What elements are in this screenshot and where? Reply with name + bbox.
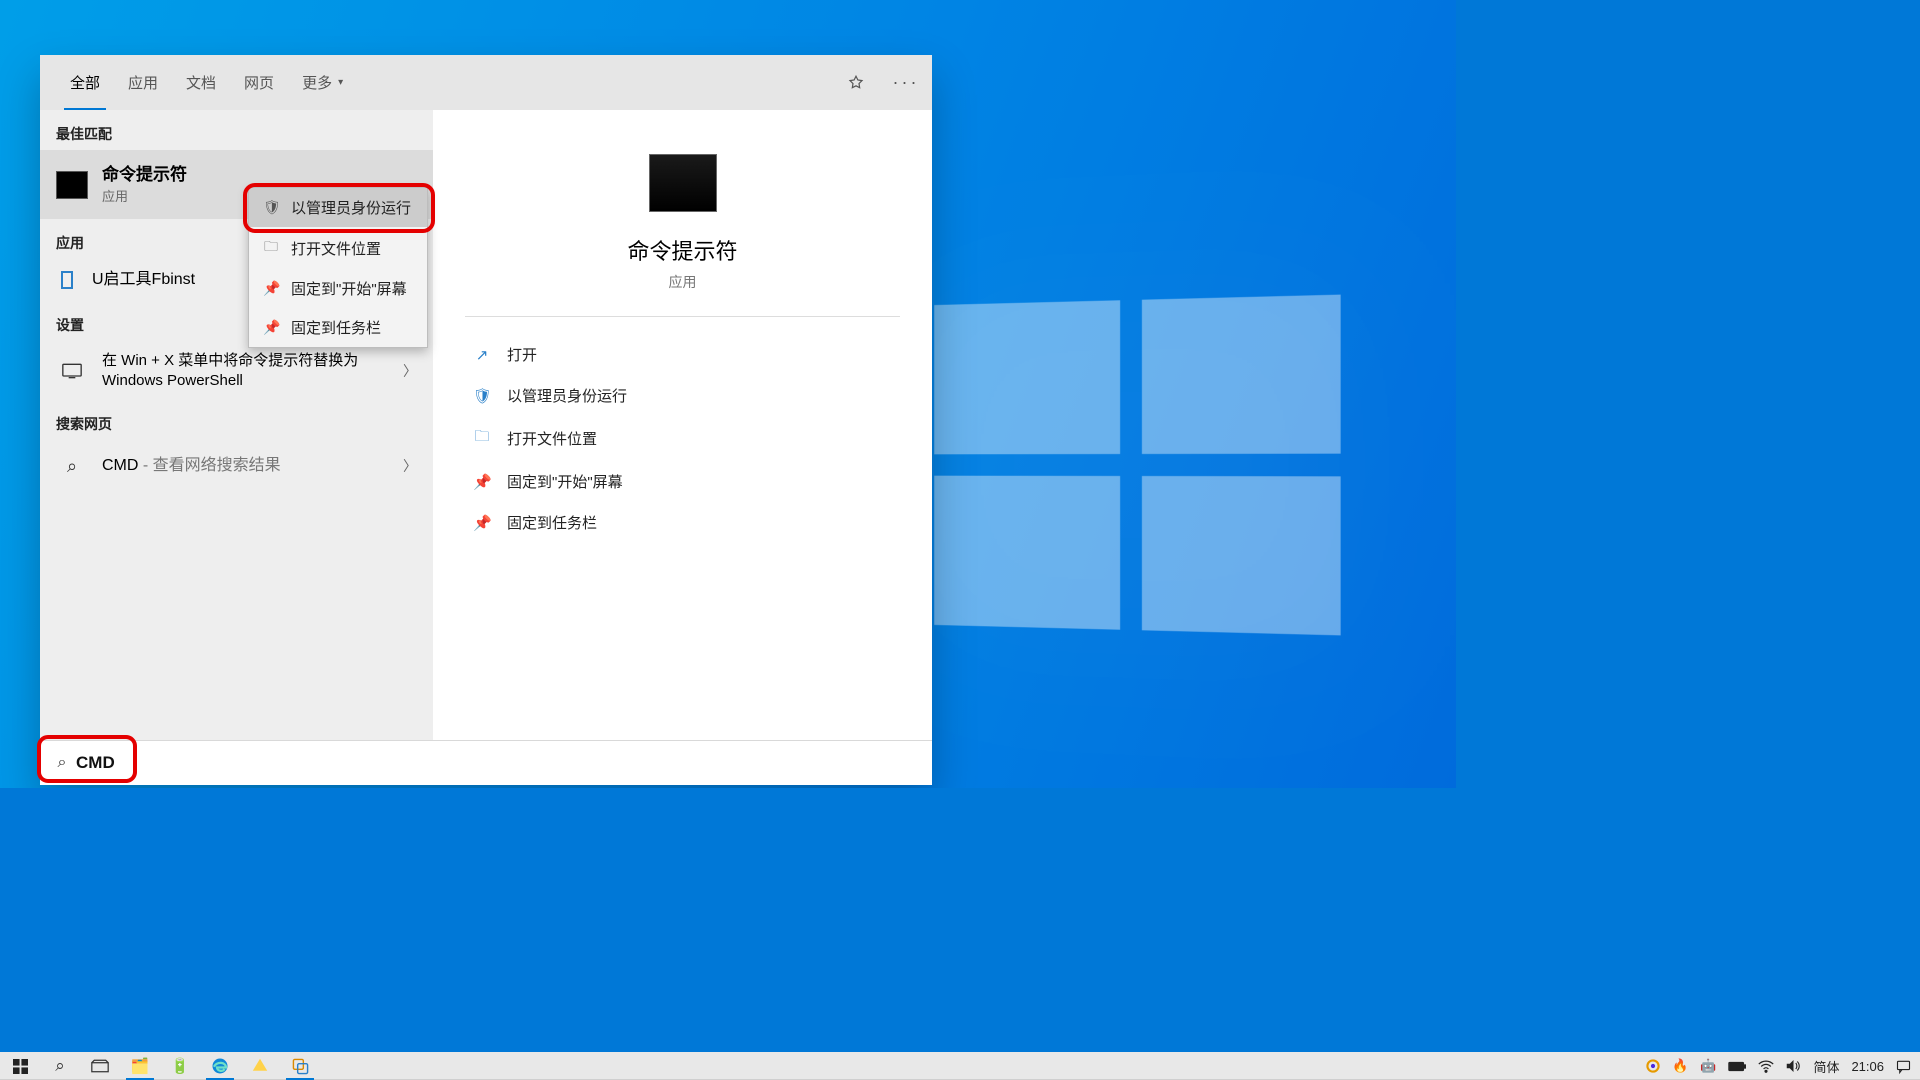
open-icon: ↗ (473, 346, 491, 364)
tray-wifi-icon[interactable] (1753, 1052, 1779, 1080)
tray-icon[interactable] (1641, 1052, 1665, 1080)
folder-icon: 🗀 (473, 426, 491, 451)
detail-subtitle: 应用 (669, 272, 697, 292)
ctx-pin-taskbar[interactable]: 📌 固定到任务栏 (249, 308, 427, 347)
section-best-match: 最佳匹配 (40, 110, 433, 150)
ctx-pin-start[interactable]: 📌 固定到"开始"屏幕 (249, 269, 427, 308)
more-options-icon[interactable]: ··· (884, 61, 928, 105)
tray-app-icon[interactable]: 🤖 (1695, 1052, 1721, 1080)
app-icon (56, 269, 78, 291)
taskbar-search-button[interactable]: ⌕ (40, 1052, 80, 1080)
result-title: CMD - 查看网络搜索结果 (102, 456, 397, 477)
tray-volume-icon[interactable] (1781, 1052, 1806, 1080)
tab-docs[interactable]: 文档 (172, 55, 230, 110)
tray-clock[interactable]: 21:06 (1846, 1052, 1889, 1080)
feedback-icon[interactable] (834, 61, 878, 105)
start-button[interactable] (0, 1052, 40, 1080)
cmd-icon (56, 171, 88, 199)
detail-column: 命令提示符 应用 ↗ 打开 🛡 以管理员身份运行 🗀 打开文件位置 (433, 110, 932, 740)
ctx-run-as-admin[interactable]: 🛡 以管理员身份运行 (249, 188, 427, 227)
detail-header: 命令提示符 应用 (465, 110, 900, 317)
tray-battery-icon[interactable] (1723, 1052, 1751, 1080)
search-panel-body: 最佳匹配 命令提示符 应用 应用 U启工具Fbinst (40, 110, 932, 740)
taskbar-app-generic[interactable] (240, 1052, 280, 1080)
desktop: 全部 应用 文档 网页 更多▾ ··· 最佳匹配 命令提示符 (0, 0, 1456, 788)
action-list: ↗ 打开 🛡 以管理员身份运行 🗀 打开文件位置 📌 固定到"开始"屏幕 (465, 335, 900, 542)
tray-firewall-icon[interactable]: 🔥 (1667, 1052, 1693, 1080)
action-pin-start[interactable]: 📌 固定到"开始"屏幕 (465, 462, 900, 501)
result-web-cmd[interactable]: ⌕ CMD - 查看网络搜索结果 〉 (40, 440, 433, 492)
pin-icon: 📌 (263, 280, 279, 297)
action-run-admin[interactable]: 🛡 以管理员身份运行 (465, 376, 900, 415)
context-menu: 🛡 以管理员身份运行 🗀 打开文件位置 📌 固定到"开始"屏幕 📌 固定到任务栏 (248, 187, 428, 348)
ctx-open-location[interactable]: 🗀 打开文件位置 (249, 227, 427, 269)
shield-icon: 🛡 (473, 387, 491, 405)
tray-ime[interactable]: 简体 (1808, 1052, 1844, 1080)
pin-icon: 📌 (263, 319, 279, 336)
search-icon: ⌕ (56, 450, 88, 482)
action-open[interactable]: ↗ 打开 (465, 335, 900, 374)
tray-notifications-icon[interactable] (1891, 1052, 1916, 1080)
pin-icon: 📌 (473, 473, 491, 491)
tab-more[interactable]: 更多▾ (288, 55, 357, 110)
search-panel-header: 全部 应用 文档 网页 更多▾ ··· (40, 55, 932, 110)
tab-all[interactable]: 全部 (56, 55, 114, 110)
results-column: 最佳匹配 命令提示符 应用 应用 U启工具Fbinst (40, 110, 433, 740)
result-setting-powershell[interactable]: 在 Win + X 菜单中将命令提示符替换为 Windows PowerShel… (40, 341, 433, 400)
search-panel: 全部 应用 文档 网页 更多▾ ··· 最佳匹配 命令提示符 (40, 55, 932, 785)
pin-icon: 📌 (473, 514, 491, 532)
result-title: 在 Win + X 菜单中将命令提示符替换为 Windows PowerShel… (102, 351, 397, 390)
cmd-large-icon (649, 154, 717, 212)
taskbar: ⌕ 🗂️ 🔋 🔥 🤖 简体 21:06 (0, 1052, 1920, 1080)
detail-title: 命令提示符 (627, 234, 737, 266)
folder-icon: 🗀 (263, 236, 279, 260)
tab-apps[interactable]: 应用 (114, 55, 172, 110)
action-open-location[interactable]: 🗀 打开文件位置 (465, 417, 900, 460)
taskbar-app-explorer[interactable]: 🗂️ (120, 1052, 160, 1080)
chevron-right-icon: 〉 (403, 456, 417, 476)
chevron-right-icon: 〉 (403, 361, 417, 381)
action-pin-taskbar[interactable]: 📌 固定到任务栏 (465, 503, 900, 542)
settings-display-icon (56, 355, 88, 387)
search-input[interactable] (74, 752, 922, 774)
taskbar-app-battery[interactable]: 🔋 (160, 1052, 200, 1080)
taskbar-app-edge[interactable] (200, 1052, 240, 1080)
search-input-row: ⌕ (40, 740, 932, 785)
section-web: 搜索网页 (40, 400, 433, 440)
windows-logo-icon (934, 295, 1340, 636)
shield-icon: 🛡 (263, 199, 279, 216)
search-tabs: 全部 应用 文档 网页 更多▾ (56, 55, 357, 110)
taskbar-app-vmware[interactable] (280, 1052, 320, 1080)
search-icon: ⌕ (50, 754, 74, 772)
result-title: 命令提示符 (102, 164, 417, 186)
tab-web[interactable]: 网页 (230, 55, 288, 110)
task-view-button[interactable] (80, 1052, 120, 1080)
